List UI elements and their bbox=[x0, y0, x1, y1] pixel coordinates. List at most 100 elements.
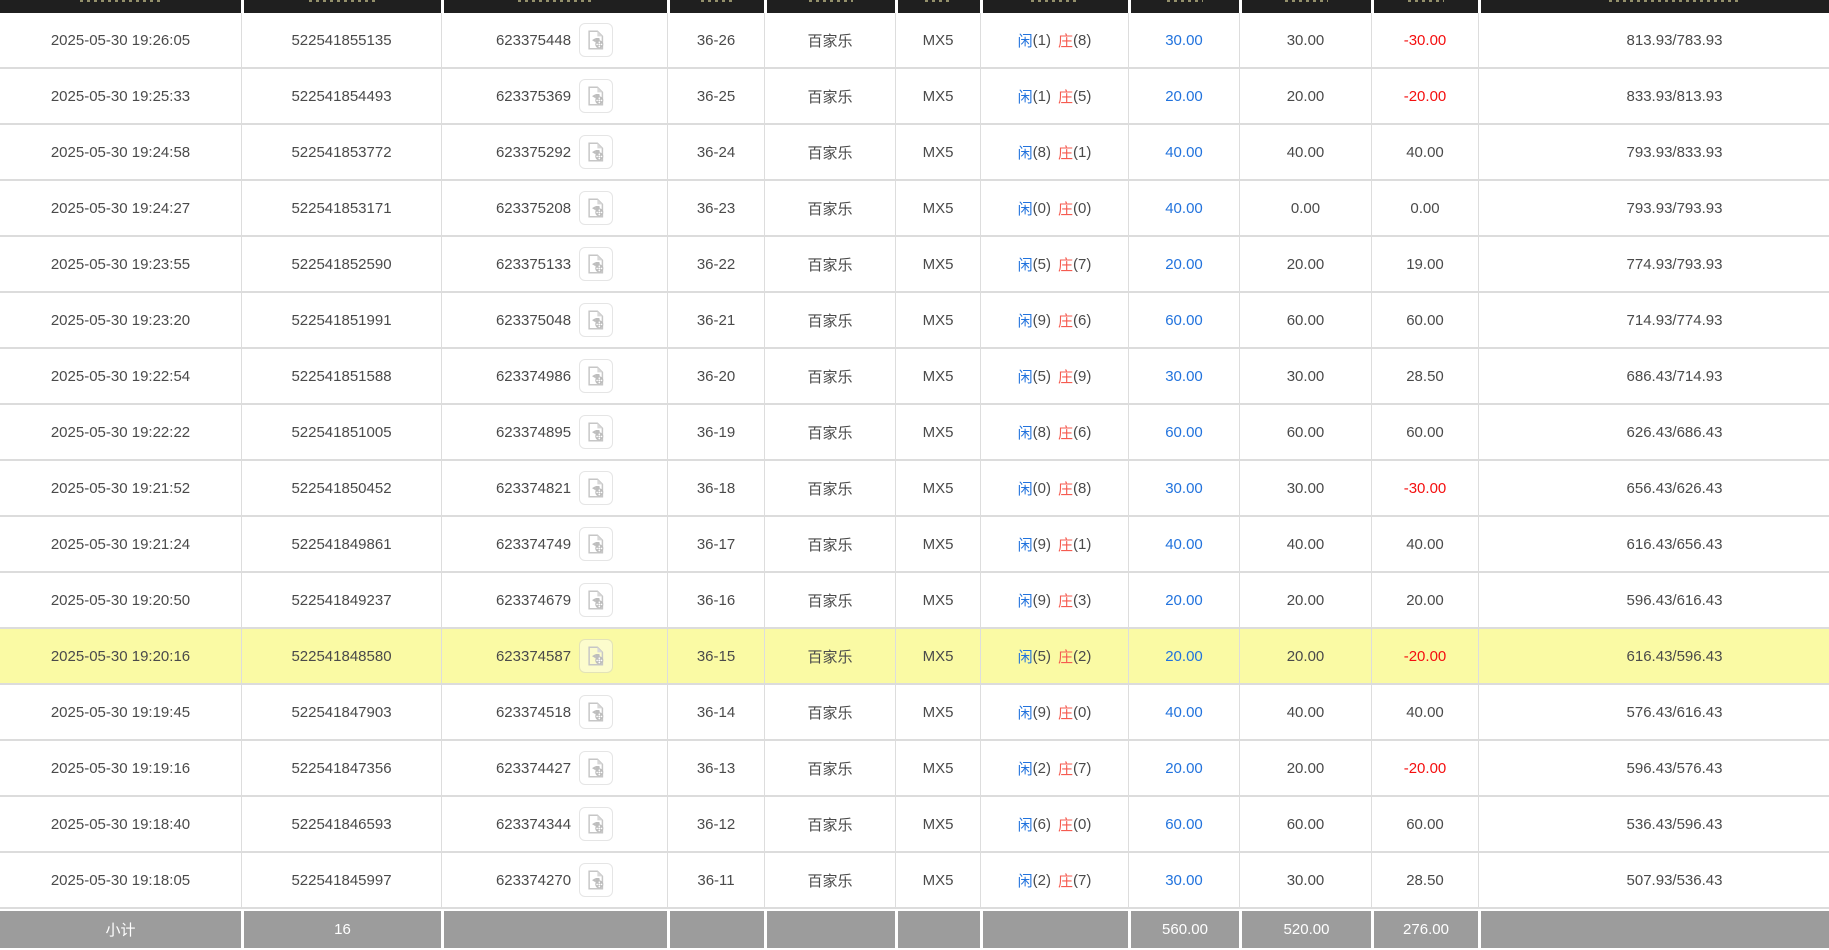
table-code-text: MX5 bbox=[923, 32, 954, 49]
win-loss-text: 40.00 bbox=[1406, 536, 1444, 553]
game-result: 闲(1)庄(5) bbox=[980, 69, 1128, 123]
balance-text: 833.93/813.93 bbox=[1627, 88, 1723, 105]
video-replay-button[interactable] bbox=[579, 135, 613, 169]
video-replay-icon bbox=[585, 757, 607, 779]
table-row[interactable]: 2025-05-30 19:19:16522541847356623374427… bbox=[0, 741, 1829, 797]
table-code-text: MX5 bbox=[923, 872, 954, 889]
table-row[interactable]: 2025-05-30 19:23:20522541851991623375048… bbox=[0, 293, 1829, 349]
video-replay-button[interactable] bbox=[579, 695, 613, 729]
game-result: 闲(9)庄(1) bbox=[980, 517, 1128, 571]
table-code: MX5 bbox=[895, 461, 980, 515]
bet-amount-text: 60.00 bbox=[1165, 424, 1203, 441]
bet-time-text: 2025-05-30 19:23:55 bbox=[51, 256, 190, 273]
bet-amount: 40.00 bbox=[1128, 517, 1239, 571]
table-row[interactable]: 2025-05-30 19:21:52522541850452623374821… bbox=[0, 461, 1829, 517]
balance-before-after: 596.43/616.43 bbox=[1478, 573, 1829, 627]
table-row[interactable]: 2025-05-30 19:22:54522541851588623374986… bbox=[0, 349, 1829, 405]
win-loss-amount: 0.00 bbox=[1371, 181, 1478, 235]
table-row[interactable]: 2025-05-30 19:23:55522541852590623375133… bbox=[0, 237, 1829, 293]
valid-amount: 60.00 bbox=[1239, 293, 1371, 347]
banker-result-label: 庄 bbox=[1058, 646, 1073, 667]
video-replay-button[interactable] bbox=[579, 583, 613, 617]
table-row[interactable]: 2025-05-30 19:18:40522541846593623374344… bbox=[0, 797, 1829, 853]
bet-order-number: 522541854493 bbox=[241, 69, 441, 123]
table-row[interactable]: 2025-05-30 19:24:58522541853772623375292… bbox=[0, 125, 1829, 181]
bet-amount: 40.00 bbox=[1128, 125, 1239, 179]
bet-order-number-text: 522541845997 bbox=[291, 872, 391, 889]
video-replay-button[interactable] bbox=[579, 807, 613, 841]
game-type: 百家乐 bbox=[764, 517, 895, 571]
table-row[interactable]: 2025-05-30 19:19:45522541847903623374518… bbox=[0, 685, 1829, 741]
balance-before-after: 813.93/783.93 bbox=[1478, 13, 1829, 67]
video-replay-button[interactable] bbox=[579, 303, 613, 337]
video-replay-button[interactable] bbox=[579, 639, 613, 673]
valid-amount: 40.00 bbox=[1239, 125, 1371, 179]
win-loss-amount: 20.00 bbox=[1371, 573, 1478, 627]
table-row[interactable]: 2025-05-30 19:22:22522541851005623374895… bbox=[0, 405, 1829, 461]
video-replay-button[interactable] bbox=[579, 247, 613, 281]
valid-amount: 30.00 bbox=[1239, 853, 1371, 907]
video-replay-button[interactable] bbox=[579, 79, 613, 113]
table-round-number: 36-18 bbox=[667, 461, 764, 515]
table-row[interactable]: 2025-05-30 19:21:24522541849861623374749… bbox=[0, 517, 1829, 573]
video-replay-button[interactable] bbox=[579, 415, 613, 449]
game-round-id: 623374427 bbox=[496, 760, 571, 777]
game-round-id: 623375048 bbox=[496, 312, 571, 329]
table-header-cell bbox=[667, 0, 764, 13]
win-loss-amount: -20.00 bbox=[1371, 69, 1478, 123]
game-type: 百家乐 bbox=[764, 405, 895, 459]
footer-empty bbox=[980, 911, 1128, 948]
win-loss-amount: -20.00 bbox=[1371, 629, 1478, 683]
game-type: 百家乐 bbox=[764, 13, 895, 67]
bet-time-text: 2025-05-30 19:19:45 bbox=[51, 704, 190, 721]
video-replay-icon bbox=[585, 365, 607, 387]
win-loss-amount: -20.00 bbox=[1371, 741, 1478, 795]
video-replay-button[interactable] bbox=[579, 863, 613, 897]
table-header-cell bbox=[1128, 0, 1239, 13]
game-round-id: 623374986 bbox=[496, 368, 571, 385]
win-loss-text: 60.00 bbox=[1406, 816, 1444, 833]
bet-order-number: 522541847356 bbox=[241, 741, 441, 795]
banker-result-label: 庄 bbox=[1058, 814, 1073, 835]
table-round-number: 36-14 bbox=[667, 685, 764, 739]
player-result-label: 闲 bbox=[1018, 310, 1033, 331]
table-row[interactable]: 2025-05-30 19:26:05522541855135623375448… bbox=[0, 13, 1829, 69]
table-row[interactable]: 2025-05-30 19:25:33522541854493623375369… bbox=[0, 69, 1829, 125]
video-replay-button[interactable] bbox=[579, 359, 613, 393]
table-code-text: MX5 bbox=[923, 480, 954, 497]
player-result-label: 闲 bbox=[1018, 814, 1033, 835]
table-header-cell bbox=[0, 0, 241, 13]
bet-order-number: 522541852590 bbox=[241, 237, 441, 291]
table-row[interactable]: 2025-05-30 19:20:16522541848580623374587… bbox=[0, 629, 1829, 685]
table-row[interactable]: 2025-05-30 19:18:05522541845997623374270… bbox=[0, 853, 1829, 909]
game-result: 闲(8)庄(6) bbox=[980, 405, 1128, 459]
game-round-id-cell: 623374679 bbox=[441, 573, 667, 627]
banker-result-score: (1) bbox=[1073, 144, 1091, 161]
bet-time-text: 2025-05-30 19:20:16 bbox=[51, 648, 190, 665]
bet-amount: 20.00 bbox=[1128, 629, 1239, 683]
table-header-cell bbox=[1371, 0, 1478, 13]
video-replay-button[interactable] bbox=[579, 527, 613, 561]
game-round-id-cell: 623374821 bbox=[441, 461, 667, 515]
video-replay-button[interactable] bbox=[579, 23, 613, 57]
bet-amount-text: 20.00 bbox=[1165, 648, 1203, 665]
footer-count: 16 bbox=[241, 911, 441, 948]
table-round-number-text: 36-20 bbox=[697, 368, 735, 385]
player-result-score: (0) bbox=[1033, 200, 1051, 217]
player-result-score: (2) bbox=[1033, 760, 1051, 777]
bet-amount-text: 40.00 bbox=[1165, 144, 1203, 161]
game-round-id: 623374518 bbox=[496, 704, 571, 721]
table-row[interactable]: 2025-05-30 19:24:27522541853171623375208… bbox=[0, 181, 1829, 237]
table-code: MX5 bbox=[895, 685, 980, 739]
table-round-number: 36-12 bbox=[667, 797, 764, 851]
table-code: MX5 bbox=[895, 69, 980, 123]
valid-amount-text: 20.00 bbox=[1287, 592, 1325, 609]
video-replay-button[interactable] bbox=[579, 751, 613, 785]
table-code-text: MX5 bbox=[923, 704, 954, 721]
table-row[interactable]: 2025-05-30 19:20:50522541849237623374679… bbox=[0, 573, 1829, 629]
bet-order-number: 522541851991 bbox=[241, 293, 441, 347]
video-replay-button[interactable] bbox=[579, 191, 613, 225]
game-type: 百家乐 bbox=[764, 461, 895, 515]
table-round-number-text: 36-14 bbox=[697, 704, 735, 721]
video-replay-button[interactable] bbox=[579, 471, 613, 505]
